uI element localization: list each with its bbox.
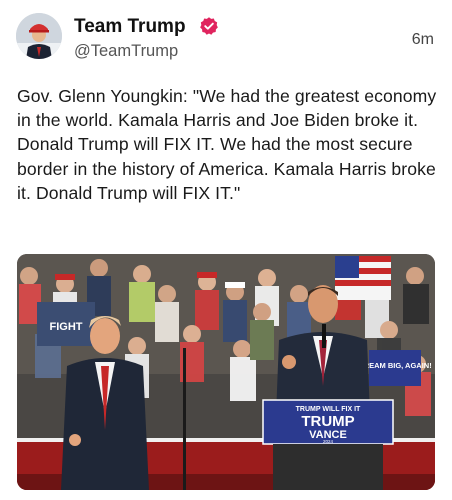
crowd-sign-right: DREAM BIG, AGAIN! [358, 350, 432, 386]
crowd-sign-left: FIGHT [37, 302, 95, 346]
verified-badge-icon [200, 17, 218, 35]
crowd-sign-right-text: DREAM BIG, AGAIN! [358, 361, 431, 370]
crowd-sign-left-text: FIGHT [50, 321, 83, 333]
post-image[interactable]: FIGHT DREAM BIG, AGAIN! TRUMP WILL FIX I… [17, 254, 435, 490]
display-name[interactable]: Team Trump [74, 16, 186, 38]
avatar[interactable] [16, 13, 62, 59]
podium-sign-trump: TRUMP [301, 413, 354, 430]
post-timestamp[interactable]: 6m [412, 31, 434, 49]
rally-photo: FIGHT DREAM BIG, AGAIN! TRUMP WILL FIX I… [17, 254, 435, 490]
podium-sign: TRUMP WILL FIX IT TRUMP VANCE 2024 [262, 399, 394, 490]
podium-sign-top: TRUMP WILL FIX IT [296, 406, 361, 413]
avatar-image [16, 13, 62, 59]
podium-sign-year: 2024 [323, 439, 334, 444]
user-handle[interactable]: @TeamTrump [74, 42, 178, 61]
post-header: Team Trump @TeamTrump 6m [16, 13, 436, 65]
post-text: Gov. Glenn Youngkin: "We had the greates… [17, 86, 437, 203]
